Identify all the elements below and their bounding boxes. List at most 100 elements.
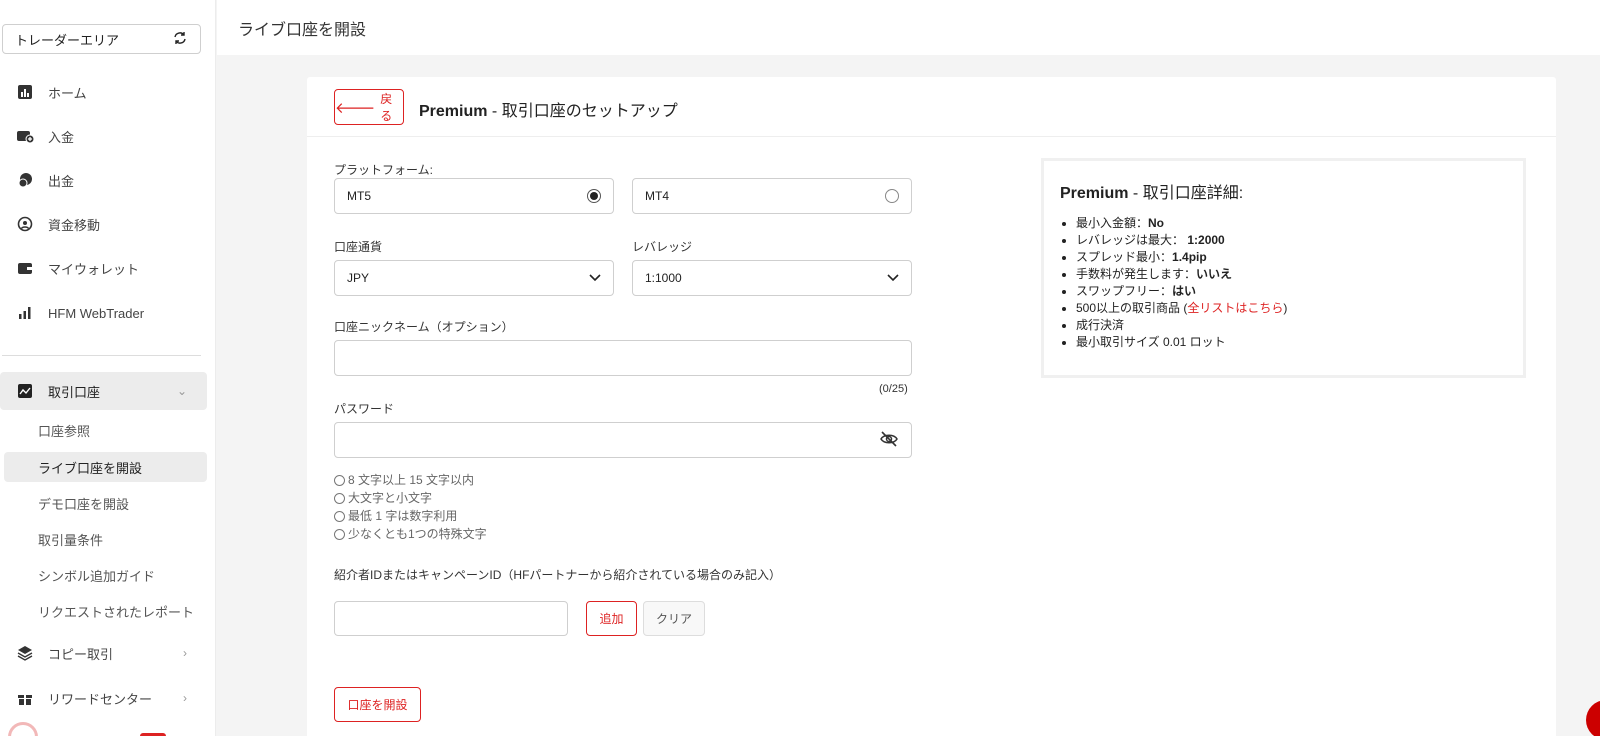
detail-min-deposit: 最小入金額：No	[1076, 215, 1507, 232]
nickname-input[interactable]	[334, 340, 912, 376]
details-title: Premium - 取引口座詳細:	[1060, 179, 1507, 203]
sidebar-subitem-volume-conditions[interactable]: 取引量条件	[4, 524, 207, 554]
clear-button[interactable]: クリア	[643, 601, 705, 636]
sidebar-item-copy-trading[interactable]: コピー取引 ›	[0, 633, 207, 673]
sidebar-item-label: 資金移動	[48, 217, 101, 233]
topbar: ライブ口座を開設	[217, 0, 1600, 55]
sidebar-item-webtrader[interactable]: HFM WebTrader	[0, 293, 207, 333]
sidebar-subitem-label: 口座参照	[38, 423, 91, 439]
sidebar-subitem-symbol-guide[interactable]: シンボル追加ガイド	[4, 560, 207, 590]
open-account-button[interactable]: 口座を開設	[334, 687, 421, 722]
chevron-down-icon: ⌄	[176, 384, 187, 398]
detail-min-lot: 最小取引サイズ 0.01 ロット	[1076, 334, 1507, 351]
detail-label: レバレッジは最大：	[1076, 233, 1185, 247]
signal-bars-icon	[16, 304, 34, 322]
avatar[interactable]	[8, 722, 38, 736]
detail-label: 成行決済	[1076, 318, 1125, 332]
gift-icon	[16, 689, 34, 707]
platform-label: プラットフォーム:	[334, 163, 433, 177]
layers-icon	[16, 644, 34, 662]
detail-label: スプレッド最小：	[1076, 250, 1173, 264]
detail-leverage: レバレッジは最大： 1:2000	[1076, 232, 1507, 249]
sidebar-item-trading-accounts[interactable]: 取引口座 ⌄	[0, 372, 207, 410]
nickname-counter: (0/25)	[879, 383, 908, 395]
refresh-icon[interactable]	[172, 30, 188, 49]
account-type-name: Premium	[419, 103, 488, 120]
nickname-label: 口座ニックネーム（オプション）	[334, 320, 514, 334]
sidebar-item-label: リワードセンター	[48, 691, 153, 707]
instruments-list-link[interactable]: 全リストはこちら	[1187, 301, 1283, 315]
card-title: Premium - 取引口座のセットアップ	[419, 97, 678, 121]
details-list: 最小入金額：No レバレッジは最大： 1:2000 スプレッド最小：1.4pip…	[1060, 215, 1507, 351]
radio-unselected[interactable]	[885, 189, 899, 203]
referral-label: 紹介者IDまたはキャンペーンID（HFパートナーから紹介されている場合のみ記入）	[334, 568, 782, 582]
circle-icon	[334, 528, 345, 540]
password-input[interactable]	[334, 422, 912, 458]
card-title-rest: - 取引口座のセットアップ	[487, 103, 678, 120]
trader-area-select[interactable]: トレーダーエリア	[2, 24, 201, 54]
platform-option-label: MT5	[347, 189, 371, 203]
back-button[interactable]: 🡐 戻る	[334, 89, 404, 125]
currency-label: 口座通貨	[334, 240, 383, 254]
sidebar-item-label: コピー取引	[48, 646, 114, 662]
detail-label: スワップフリー：	[1076, 284, 1173, 298]
currency-select[interactable]: JPY	[334, 260, 614, 296]
sidebar-subitem-label: 取引量条件	[38, 532, 104, 548]
password-rule: 8 文字以上 15 文字以内	[334, 471, 487, 489]
account-setup-card: 🡐 戻る Premium - 取引口座のセットアップ プラットフォーム: MT5…	[307, 77, 1556, 736]
password-rule-text: 大文字と小文字	[348, 491, 433, 505]
sidebar-subitem-requested-reports[interactable]: リクエストされたレポート	[4, 596, 207, 626]
detail-label: 最小入金額：	[1076, 216, 1149, 230]
password-rule: 大文字と小文字	[334, 489, 487, 507]
sidebar-item-deposit[interactable]: 入金	[0, 116, 207, 156]
sidebar-item-wallet[interactable]: マイウォレット	[0, 248, 207, 288]
detail-value: No	[1148, 216, 1165, 230]
password-rule-text: 少なくとも1つの特殊文字	[348, 527, 487, 541]
sidebar-divider	[2, 355, 201, 356]
sidebar-subitem-label: ライブ口座を開設	[38, 460, 143, 476]
chevron-down-icon	[589, 271, 601, 285]
detail-value: 1.4pip	[1172, 250, 1207, 264]
sidebar-item-label: 出金	[48, 173, 75, 189]
chat-widget-button[interactable]	[1586, 700, 1600, 736]
sidebar-subitem-open-live[interactable]: ライブ口座を開設	[4, 452, 207, 482]
arrow-left-icon: 🡐	[335, 99, 376, 117]
trader-area-label: トレーダーエリア	[15, 32, 120, 48]
currency-value: JPY	[347, 271, 370, 285]
sidebar-item-withdraw[interactable]: 出金	[0, 160, 207, 200]
details-title-rest: - 取引口座詳細:	[1128, 185, 1244, 202]
leverage-select[interactable]: 1:1000	[632, 260, 912, 296]
chart-bar-icon	[16, 83, 34, 101]
sidebar-subitem-label: シンボル追加ガイド	[38, 568, 156, 584]
platform-option-mt4[interactable]: MT4	[632, 178, 912, 214]
detail-execution: 成行決済	[1076, 317, 1507, 334]
referral-input[interactable]	[334, 601, 568, 636]
transfer-icon	[16, 215, 34, 233]
detail-label: 最小取引サイズ 0.01 ロット	[1076, 335, 1226, 349]
details-account-type: Premium	[1060, 185, 1129, 202]
password-rules: 8 文字以上 15 文字以内 大文字と小文字 最低 1 字は数字利用 少なくとも…	[334, 471, 487, 543]
sidebar-subitem-open-demo[interactable]: デモ口座を開設	[4, 488, 207, 518]
add-button[interactable]: 追加	[586, 601, 637, 636]
detail-label: 500以上の取引商品 (	[1076, 301, 1188, 315]
withdraw-icon	[16, 171, 34, 189]
back-label: 戻る	[380, 92, 393, 123]
radio-selected[interactable]	[587, 189, 601, 203]
platform-option-mt5[interactable]: MT5	[334, 178, 614, 214]
sidebar-item-label: ホーム	[48, 85, 87, 101]
sidebar-item-transfer[interactable]: 資金移動	[0, 204, 207, 244]
password-label: パスワード	[334, 402, 395, 416]
leverage-label: レバレッジ	[632, 240, 693, 254]
sidebar-item-home[interactable]: ホーム	[0, 72, 207, 112]
account-details-panel: Premium - 取引口座詳細: 最小入金額：No レバレッジは最大： 1:2…	[1041, 158, 1526, 378]
sidebar-subitem-label: リクエストされたレポート	[38, 604, 195, 620]
wallet-icon	[16, 259, 34, 277]
sidebar-subitem-account-list[interactable]: 口座参照	[4, 415, 207, 445]
chevron-right-icon: ›	[183, 646, 187, 660]
leverage-value: 1:1000	[645, 271, 682, 285]
sidebar-item-label: マイウォレット	[48, 261, 140, 277]
eye-off-icon[interactable]	[879, 430, 899, 450]
sidebar: トレーダーエリア ホーム 入金 出金 資金移動 マイウォレット HFM WebT…	[0, 0, 216, 736]
sidebar-item-reward-center[interactable]: リワードセンター ›	[0, 678, 207, 718]
sidebar-subitem-label: デモ口座を開設	[38, 496, 130, 512]
